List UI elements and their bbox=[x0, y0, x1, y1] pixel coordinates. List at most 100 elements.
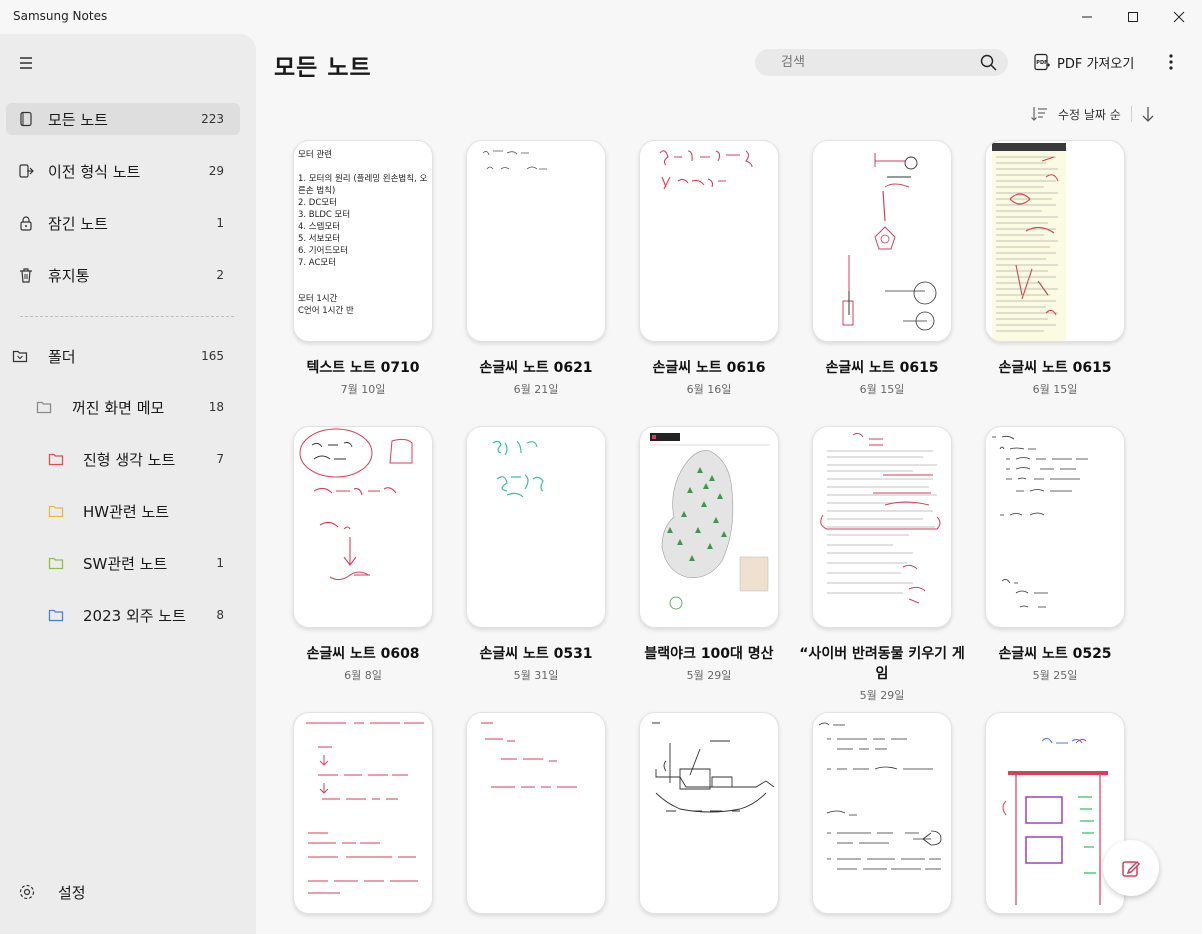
note-thumbnail[interactable] bbox=[985, 140, 1125, 342]
maximize-button[interactable] bbox=[1110, 0, 1156, 34]
note-thumbnail[interactable] bbox=[293, 426, 433, 628]
note-thumbnail[interactable] bbox=[639, 140, 779, 342]
handwriting-preview bbox=[482, 150, 547, 170]
sketch-preview bbox=[652, 722, 775, 813]
note-card[interactable]: “사이버 반려동물 키우기 게임 5월 29일 bbox=[799, 426, 965, 703]
note-thumbnail[interactable] bbox=[466, 712, 606, 914]
sidebar-item-trash[interactable]: 휴지통 2 bbox=[6, 259, 240, 291]
folder-expand-icon bbox=[12, 350, 28, 363]
note-date: 5월 29일 bbox=[859, 689, 905, 702]
note-thumbnail[interactable] bbox=[293, 712, 433, 914]
map-preview bbox=[650, 433, 770, 610]
folder-icon bbox=[48, 609, 64, 622]
sidebar-item-legacy-notes[interactable]: 이전 형식 노트 29 bbox=[6, 155, 240, 187]
folder-item-jinhyeong-notes[interactable]: 진형 생각 노트 7 bbox=[6, 443, 240, 475]
note-card[interactable] bbox=[639, 712, 779, 914]
handwriting-preview bbox=[492, 440, 544, 498]
note-thumbnail[interactable]: 모터 관련 1. 모터의 원리 (플레밍 왼손법칙, 오른손 법칙) 2. DC… bbox=[293, 140, 433, 342]
note-date: 5월 25일 bbox=[1032, 669, 1078, 682]
note-thumbnail[interactable] bbox=[466, 426, 606, 628]
note-card[interactable] bbox=[466, 712, 606, 914]
note-thumbnail[interactable] bbox=[985, 712, 1125, 914]
handwriting-preview bbox=[481, 722, 577, 788]
note-date: 5월 29일 bbox=[686, 669, 732, 682]
menu-icon bbox=[20, 57, 32, 69]
sidebar-item-count: 1 bbox=[216, 216, 224, 230]
note-card[interactable]: 블랙야크 100대 명산 5월 29일 bbox=[639, 426, 779, 683]
folder-item-label: 꺼진 화면 메모 bbox=[72, 398, 165, 417]
note-card[interactable]: 손글씨 노트 0525 5월 25일 bbox=[985, 426, 1125, 683]
import-pdf-button[interactable]: PDF PDF 가져오기 bbox=[1033, 52, 1134, 72]
sort-control[interactable]: 수정 날짜 순 bbox=[1030, 104, 1156, 124]
note-thumbnail[interactable] bbox=[812, 426, 952, 628]
settings-button[interactable]: 설정 bbox=[18, 880, 86, 904]
note-card[interactable]: 손글씨 노트 0608 6월 8일 bbox=[293, 426, 433, 683]
note-card[interactable] bbox=[985, 712, 1125, 914]
svg-text:PDF: PDF bbox=[1036, 60, 1047, 66]
note-date: 5월 31일 bbox=[513, 669, 559, 682]
note-thumbnail[interactable] bbox=[812, 712, 952, 914]
handwriting-preview bbox=[299, 428, 413, 581]
note-title: 손글씨 노트 0531 bbox=[479, 646, 593, 662]
sidebar-item-label: 모든 노트 bbox=[48, 110, 108, 129]
gear-icon bbox=[19, 884, 35, 900]
sidebar: 모든 노트 223 이전 형식 노트 29 잠긴 노트 1 휴지통 2 폴더 1… bbox=[0, 34, 256, 934]
more-icon bbox=[1169, 54, 1173, 70]
sketch-preview bbox=[1002, 737, 1108, 905]
note-card[interactable] bbox=[293, 712, 433, 914]
note-date: 6월 8일 bbox=[344, 669, 382, 682]
folder-item-count: 8 bbox=[216, 608, 224, 622]
note-preview-text: 모터 관련 1. 모터의 원리 (플레밍 왼손법칙, 오른손 법칙) 2. DC… bbox=[298, 150, 428, 316]
search-bar[interactable] bbox=[755, 49, 1008, 76]
menu-button[interactable] bbox=[18, 54, 36, 72]
sidebar-item-locked-notes[interactable]: 잠긴 노트 1 bbox=[6, 207, 240, 239]
sidebar-item-all-notes[interactable]: 모든 노트 223 bbox=[6, 103, 240, 135]
pen-icon bbox=[1122, 860, 1141, 877]
note-thumbnail[interactable] bbox=[812, 140, 952, 342]
folder-item-screen-off-memo[interactable]: 꺼진 화면 메모 18 bbox=[6, 391, 240, 423]
sidebar-item-label: 이전 형식 노트 bbox=[48, 162, 141, 181]
note-thumbnail[interactable] bbox=[639, 426, 779, 628]
note-card[interactable] bbox=[812, 712, 952, 914]
close-button[interactable] bbox=[1156, 0, 1202, 34]
note-title: 손글씨 노트 0616 bbox=[652, 360, 766, 376]
folder-item-hw-notes[interactable]: HW관련 노트 bbox=[6, 495, 240, 527]
folder-item-2023-outsourcing[interactable]: 2023 외주 노트 8 bbox=[6, 599, 240, 631]
note-card[interactable]: 손글씨 노트 0616 6월 16일 bbox=[639, 140, 779, 397]
search-input[interactable] bbox=[781, 53, 971, 72]
arrow-down-icon[interactable] bbox=[1140, 105, 1156, 123]
note-title: 손글씨 노트 0608 bbox=[306, 646, 420, 662]
page-title: 모든 노트 bbox=[274, 55, 372, 81]
note-title: “사이버 반려동물 키우기 게임 bbox=[799, 646, 965, 682]
new-note-button[interactable] bbox=[1103, 840, 1159, 896]
folder-item-sw-notes[interactable]: SW관련 노트 1 bbox=[6, 547, 240, 579]
note-title: 손글씨 노트 0615 bbox=[825, 360, 939, 376]
search-icon[interactable] bbox=[980, 54, 997, 71]
more-options-button[interactable] bbox=[1163, 53, 1179, 71]
note-card[interactable]: 손글씨 노트 0615 6월 15일 bbox=[985, 140, 1125, 397]
folder-item-label: 진형 생각 노트 bbox=[83, 450, 176, 469]
note-date: 6월 21일 bbox=[513, 383, 559, 396]
folder-item-label: 2023 외주 노트 bbox=[83, 606, 186, 625]
sidebar-item-label: 휴지통 bbox=[48, 266, 90, 285]
note-title: 텍스트 노트 0710 bbox=[306, 360, 420, 376]
minimize-icon bbox=[1082, 16, 1092, 18]
note-thumbnail[interactable] bbox=[639, 712, 779, 914]
minimize-button[interactable] bbox=[1064, 0, 1110, 34]
title-bar: Samsung Notes bbox=[0, 0, 1202, 34]
app-title: Samsung Notes bbox=[13, 9, 108, 23]
note-icon bbox=[20, 111, 32, 127]
handwriting-preview bbox=[842, 153, 937, 331]
folder-icon bbox=[48, 453, 64, 466]
note-card[interactable]: 손글씨 노트 0615 6월 15일 bbox=[812, 140, 952, 397]
folder-item-label: HW관련 노트 bbox=[83, 502, 170, 521]
folder-item-count: 18 bbox=[208, 400, 224, 414]
note-thumbnail[interactable] bbox=[466, 140, 606, 342]
settings-label: 설정 bbox=[58, 883, 86, 902]
sidebar-item-folders[interactable]: 폴더 165 bbox=[6, 340, 240, 372]
maximize-icon bbox=[1128, 12, 1138, 22]
note-thumbnail[interactable] bbox=[985, 426, 1125, 628]
note-card[interactable]: 손글씨 노트 0531 5월 31일 bbox=[466, 426, 606, 683]
note-card[interactable]: 손글씨 노트 0621 6월 21일 bbox=[466, 140, 606, 397]
note-card[interactable]: 모터 관련 1. 모터의 원리 (플레밍 왼손법칙, 오른손 법칙) 2. DC… bbox=[293, 140, 433, 397]
